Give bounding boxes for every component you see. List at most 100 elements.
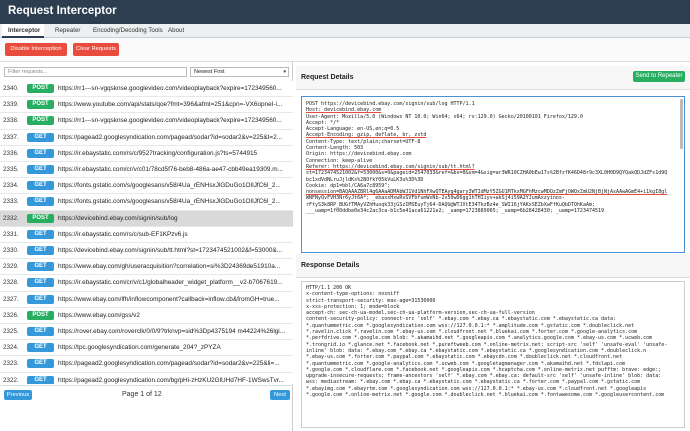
request-row[interactable]: 2332. POST https://devicebind.ebay.com/sig… (0, 210, 293, 227)
details-panel: Request Details Send to Repeater POST ht… (296, 62, 690, 431)
request-url: https://fonts.gstatic.com/s/googlesans/v… (58, 182, 281, 190)
request-url: https://devicebind.ebay.com/signin/sub/l… (58, 214, 178, 222)
request-id: 2323. (3, 360, 19, 368)
tab-interceptor[interactable]: Interceptor (2, 24, 44, 38)
request-id: 2330. (3, 247, 19, 254)
request-list: 2340. POST https://rr1---sn-vgqsknse.googl… (0, 81, 293, 384)
method-badge: GET (27, 294, 54, 304)
method-badge: GET (27, 229, 54, 239)
tab-bar: Interceptor Repeater Encoding/Decoding T… (0, 24, 690, 38)
request-url: https://www.ebay.com/gss/v2 (58, 311, 140, 319)
method-badge: GET (27, 197, 54, 207)
page-info: Page 1 of 12 (122, 391, 162, 398)
response-line: *.perfdrive.com *.google.com blob: *.aka… (306, 335, 653, 342)
request-url: https://fonts.gstatic.com/s/googlesans/v… (58, 198, 281, 206)
send-to-repeater-button[interactable]: Send to Repeater (633, 71, 685, 82)
request-id: 2334. (3, 182, 19, 190)
chevron-down-icon: ▾ (283, 69, 286, 75)
request-url: https://www.youtube.com/api/stats/qoe?fm… (58, 101, 283, 109)
method-badge: GET (27, 246, 54, 255)
request-details-title: Request Details (301, 74, 354, 81)
request-url: https://pagead2.googlesyndication.com/pa… (58, 133, 283, 141)
request-editor[interactable]: POST https://devicebind.ebay.com/signin/… (301, 96, 685, 253)
request-line: ___uamp=1f00ddbe0e34c2ac3ca-b1c5e41aca61… (306, 208, 605, 215)
method-badge: GET (27, 181, 54, 191)
method-badge: POST (27, 84, 54, 93)
request-id: 2327. (3, 295, 19, 303)
request-row[interactable]: 2328. GET https://ir.ebaystatic.com/cr/v/c… (0, 275, 293, 292)
request-id: 2338. (3, 117, 19, 125)
request-id: 2331. (3, 230, 19, 238)
request-url: https://www.ebay.com/gh/useracquisition?… (58, 263, 281, 271)
request-row[interactable]: 2325. GET https://rover.ebay.com/roverclk/… (0, 324, 293, 341)
request-url: https://pagead2.googlesyndication.com/pa… (58, 360, 280, 368)
previous-button[interactable]: Previous (4, 390, 32, 400)
method-badge: GET (27, 148, 54, 158)
request-id: 2337. (3, 133, 19, 141)
request-id: 2322. (3, 376, 19, 384)
request-line: st=1723474521002&f=53000&s=0&pageid=2547… (306, 170, 668, 177)
request-url: https://pagead2.googlesyndication.com/bg… (58, 376, 284, 384)
request-list-panel: Filter requests... Newest First ▾ 2340. P… (0, 62, 293, 431)
request-row[interactable]: 2329. GET https://www.ebay.com/gh/useracqu… (0, 259, 293, 276)
request-id: 2324. (3, 344, 19, 352)
request-url: https://rr1---sn-vgqsknse.googlevideo.co… (58, 117, 282, 125)
method-badge: GET (27, 262, 54, 272)
request-url: https://www.ebay.com/lfh/inflowcomponent… (58, 295, 280, 303)
request-url: https://rover.ebay.com/roverclk/0/0/9?tr… (58, 328, 286, 335)
method-badge: GET (27, 278, 54, 288)
request-id: 2329. (3, 263, 19, 271)
clear-requests-button[interactable]: Clear Requests (73, 43, 119, 56)
sort-select[interactable]: Newest First ▾ (190, 67, 289, 77)
request-id: 2332. (3, 214, 19, 222)
app-title: Request Interceptor (8, 5, 117, 17)
request-row[interactable]: 2322. GET https://pagead2.googlesyndicatio… (0, 372, 293, 384)
request-url: https://ir.ebaystatic.com/rs/c/sub-EF1KP… (58, 230, 188, 238)
request-id: 2335. (3, 166, 19, 173)
request-row[interactable]: 2331. GET https://ir.ebaystatic.com/rs/c/s… (0, 226, 293, 243)
request-row[interactable]: 2337. GET https://pagead2.googlesyndicatio… (0, 129, 293, 146)
request-row[interactable]: 2324. GET https://tpc.googlesyndication.co… (0, 340, 293, 357)
response-line: *.quantummetric.com *.google-analytics.c… (306, 360, 626, 367)
method-badge: GET (27, 132, 54, 142)
request-row[interactable]: 2333. GET https://fonts.gstatic.com/s/goog… (0, 194, 293, 211)
app-header: Request Interceptor (0, 0, 690, 24)
tab-encoding-decoding-tools[interactable]: Encoding/Decoding Tools (87, 24, 169, 38)
request-row[interactable]: 2338. POST https://rr1---sn-vgqsknse.googl… (0, 113, 293, 130)
request-row[interactable]: 2335. GET https://ir.ebaystatic.com/cr/v/c… (0, 162, 293, 179)
request-row[interactable]: 2327. GET https://www.ebay.com/lfh/inflowc… (0, 291, 293, 308)
request-id: 2339. (3, 101, 19, 109)
request-details-header: Request Details Send to Repeater (296, 66, 690, 90)
request-url: https://tpc.googlesyndication.com/genera… (58, 344, 221, 352)
disable-interception-button[interactable]: Disable Interception (5, 43, 67, 56)
request-row[interactable]: 2334. GET https://fonts.gstatic.com/s/goog… (0, 178, 293, 195)
response-details-header: Response Details (296, 254, 690, 278)
method-badge: POST (27, 116, 54, 126)
method-badge: GET (27, 327, 54, 336)
tab-repeater[interactable]: Repeater (49, 24, 86, 38)
next-button[interactable]: Next (270, 390, 290, 400)
pagination: Previous Page 1 of 12 Next (0, 385, 293, 415)
request-url: https://rr1---sn-vgqsknse.googlevideo.co… (58, 85, 282, 92)
filter-input[interactable]: Filter requests... (4, 67, 187, 77)
response-line: *.google.com *.online-metrix.net *.googl… (306, 392, 665, 399)
response-details-title: Response Details (301, 262, 360, 269)
request-url: https://ir.ebaystatic.com/cr/v/c01/78cd5… (58, 166, 283, 173)
tab-about[interactable]: About (162, 24, 190, 38)
response-line: wss: mediastream: *.ebay.com *.ebay.ca *… (306, 379, 641, 386)
request-row[interactable]: 2336. GET https://ir.ebaystatic.com/rs/c/9… (0, 145, 293, 162)
method-badge: POST (27, 100, 54, 110)
method-badge: GET (27, 165, 54, 174)
request-row[interactable]: 2330. GET https://devicebind.ebay.com/sign… (0, 243, 293, 260)
method-badge: GET (27, 343, 54, 353)
request-row[interactable]: 2340. POST https://rr1---sn-vgqsknse.googl… (0, 81, 293, 98)
scrollbar[interactable] (680, 99, 683, 149)
request-row[interactable]: 2339. POST https://www.youtube.com/api/sta… (0, 97, 293, 114)
request-row[interactable]: 2323. GET https://pagead2.googlesyndicatio… (0, 356, 293, 373)
request-url: https://ir.ebaystatic.com/rs/c/9527track… (58, 149, 258, 157)
request-id: 2325. (3, 328, 19, 335)
method-badge: GET (27, 375, 54, 384)
request-id: 2336. (3, 149, 19, 157)
response-viewer: HTTP/1.1 200 OK x-content-type-options: n… (301, 281, 685, 428)
request-row[interactable]: 2326. POST https://www.ebay.com/gss/v2 (0, 307, 293, 324)
